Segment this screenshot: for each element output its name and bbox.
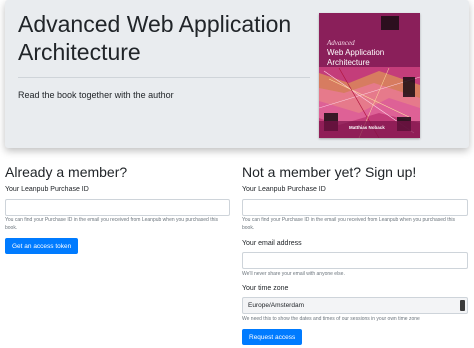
timezone-select[interactable]: Europe/Amsterdam [242, 297, 468, 314]
get-access-token-button[interactable]: Get an access token [5, 238, 79, 254]
page-title: Advanced Web Application Architecture [18, 11, 292, 65]
select-scroll-icon [460, 300, 465, 311]
member-login-form: Already a member? Your Leanpub Purchase … [5, 163, 230, 254]
cover-artwork [319, 13, 420, 138]
book-cover: Advanced Web Application Architecture Ma… [319, 13, 420, 138]
timezone-selected-value: Europe/Amsterdam [248, 302, 304, 309]
member-heading: Already a member? [5, 164, 128, 180]
signup-purchase-id-label: Your Leanpub Purchase ID [242, 186, 326, 193]
hero-lead: Read the book together with the author [18, 90, 174, 100]
timezone-help: We need this to show the dates and times… [242, 316, 420, 322]
member-purchase-id-label: Your Leanpub Purchase ID [5, 186, 89, 193]
timezone-label: Your time zone [242, 285, 289, 292]
signup-purchase-id-input[interactable] [242, 199, 468, 216]
email-help: We'll never share your email with anyone… [242, 271, 345, 277]
member-purchase-id-help: You can find your Purchase ID in the ema… [5, 217, 218, 231]
signup-form: Not a member yet? Sign up! Your Leanpub … [242, 163, 468, 345]
cover-author: Matthias Noback [349, 125, 385, 130]
signup-purchase-id-help: You can find your Purchase ID in the ema… [242, 217, 455, 231]
signup-heading: Not a member yet? Sign up! [242, 164, 417, 180]
hero-divider [18, 77, 310, 78]
member-purchase-id-input[interactable] [5, 199, 230, 216]
cover-title-line1: Advanced [327, 39, 355, 47]
email-label: Your email address [242, 240, 302, 247]
cover-title-line2: Web Application [327, 48, 385, 57]
book-hero: Advanced Web Application Architecture Re… [5, 0, 469, 148]
email-input[interactable] [242, 252, 468, 269]
request-access-button[interactable]: Request access [242, 329, 303, 345]
cover-title-line3: Architecture [327, 58, 370, 67]
